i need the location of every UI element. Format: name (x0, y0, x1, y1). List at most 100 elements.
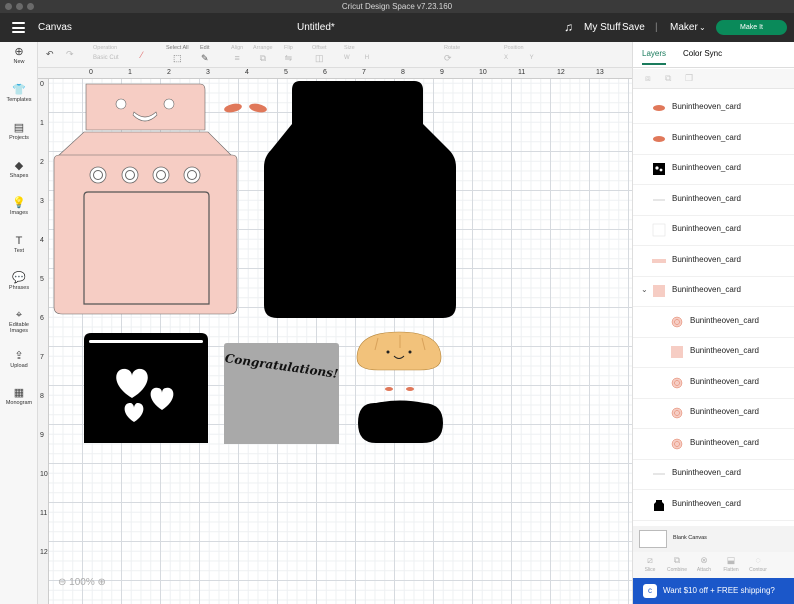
layer-row[interactable]: ⌄ Bunintheoven_card (633, 276, 794, 307)
ruler-tick-label: 11 (40, 510, 48, 517)
vertical-ruler[interactable]: 0 1 2 3 4 5 6 7 8 9 10 11 12 (38, 79, 49, 604)
layer-row[interactable]: Bunintheoven_card (633, 154, 794, 185)
flatten-button[interactable]: ⬓ Flatten (716, 554, 746, 573)
sidebar-item-shapes[interactable]: ◆ Shapes (0, 160, 38, 179)
sidebar-item-label: New (13, 59, 25, 65)
ruler-tick-label: 5 (40, 276, 44, 283)
attach-button[interactable]: ⊗ Attach (689, 554, 719, 573)
chevron-down-icon[interactable]: ⌄ (641, 285, 648, 294)
layer-thumbnail (669, 405, 685, 421)
layer-thumbnail (651, 497, 667, 513)
ruler-tick-label: 12 (40, 549, 48, 556)
chevron-down-icon[interactable]: ⌄ (699, 13, 706, 42)
rotate-label: Rotate (444, 45, 461, 51)
sidebar-item-monogram[interactable]: ▦ Monogram (0, 387, 38, 406)
sidebar-item-images[interactable]: 💡 Images (0, 197, 38, 216)
sidebar-item-projects[interactable]: ▤ Projects (0, 122, 38, 141)
size-w-field[interactable]: W (344, 55, 350, 61)
save-button[interactable]: Save (622, 13, 645, 42)
zoom-in-icon[interactable]: ⊕ (98, 577, 106, 588)
ruler-tick-label: 2 (40, 159, 44, 166)
window-controls[interactable] (5, 3, 34, 10)
layers-panel: Layers Color Sync ⧈ ⧉ ❐ Bunintheoven_car… (632, 42, 794, 604)
select-all-icon[interactable]: ⬚ (166, 52, 189, 64)
flatten-icon: ⬓ (726, 555, 736, 565)
ruler-tick-label: 9 (440, 69, 444, 76)
bell-icon[interactable]: ♫ (564, 13, 573, 42)
sidebar-item-editable-images[interactable]: ⌖ Editable Images (0, 309, 38, 334)
layer-thumbnail (651, 283, 667, 299)
layer-row[interactable]: Bunintheoven_card (633, 459, 794, 490)
size-h-field[interactable]: H (365, 55, 369, 61)
ruler-tick-label: 7 (40, 354, 44, 361)
ruler-tick-label: 3 (206, 69, 210, 76)
layer-row[interactable]: Bunintheoven_card (633, 429, 794, 460)
zoom-out-icon[interactable]: ⊖ (58, 577, 66, 588)
layer-row[interactable]: Bunintheoven_card (633, 246, 794, 277)
layer-row[interactable]: Bunintheoven_card (633, 337, 794, 368)
sidebar-item-templates[interactable]: 👕 Templates (0, 84, 38, 103)
layer-name: Bunintheoven_card (672, 285, 741, 294)
horizontal-ruler[interactable]: 01234567891011121314 (38, 68, 643, 79)
offset-icon[interactable]: ◫ (312, 52, 327, 64)
make-it-button[interactable]: Make It (716, 20, 787, 35)
design-canvas[interactable] (49, 79, 632, 604)
slice-button[interactable]: ⧄ Slice (635, 554, 665, 573)
group-icon[interactable]: ⧈ (645, 73, 651, 84)
undo-icon[interactable]: ↶ (46, 48, 54, 60)
ungroup-icon[interactable]: ⧉ (665, 73, 671, 84)
offset-label: Offset (312, 45, 327, 51)
menu-icon[interactable] (12, 22, 25, 33)
my-stuff-link[interactable]: My Stuff (584, 13, 621, 42)
layer-row[interactable]: Bunintheoven_card (633, 368, 794, 399)
pen-icon[interactable]: ⁄ (141, 50, 143, 60)
sidebar-item-upload[interactable]: ⇪ Upload (0, 350, 38, 369)
layer-thumbnail (651, 466, 667, 482)
layer-thumbnail (651, 100, 667, 116)
position-x-field[interactable]: X (504, 55, 508, 61)
flip-icon[interactable]: ⇋ (284, 52, 293, 64)
ruler-tick-label: 8 (40, 393, 44, 400)
sidebar-item-text[interactable]: T Text (0, 235, 38, 254)
blank-canvas-swatch[interactable] (639, 530, 667, 548)
blank-canvas-row[interactable]: Blank Canvas (633, 526, 794, 552)
zoom-control[interactable]: ⊖ 100% ⊕ (58, 577, 106, 588)
layer-row[interactable]: Bunintheoven_card (633, 185, 794, 216)
position-y-field[interactable]: Y (530, 55, 534, 61)
layer-row[interactable]: Bunintheoven_card (633, 307, 794, 338)
upload-icon: ⇪ (14, 350, 24, 362)
ruler-tick-label: 0 (40, 81, 44, 88)
contour-button[interactable]: ◌ Contour (743, 554, 773, 573)
layer-row[interactable]: Bunintheoven_card (633, 215, 794, 246)
duplicate-icon[interactable]: ❐ (685, 73, 693, 84)
edit-icon[interactable]: ✎ (200, 52, 209, 64)
arrange-icon[interactable]: ⧉ (253, 52, 273, 64)
lightbulb-icon: 💡 (12, 197, 26, 209)
divider: | (655, 22, 658, 33)
layer-thumbnail (651, 192, 667, 208)
layer-row[interactable]: Bunintheoven_card (633, 93, 794, 124)
action-label: Combine (666, 567, 687, 573)
document-title[interactable]: Untitled* (297, 13, 335, 42)
layer-row[interactable]: Bunintheoven_card (633, 124, 794, 155)
sidebar-item-phrases[interactable]: 💬 Phrases (0, 272, 38, 291)
monogram-icon: ▦ (13, 387, 25, 399)
tab-layers[interactable]: Layers (642, 49, 667, 65)
canvas-label: Canvas (38, 22, 72, 33)
operation-select[interactable]: Basic Cut (93, 52, 119, 64)
layer-name: Bunintheoven_card (672, 224, 741, 233)
ruler-tick-label: 12 (557, 69, 565, 76)
machine-select[interactable]: Maker (670, 13, 698, 42)
layer-row[interactable]: Bunintheoven_card (633, 398, 794, 429)
ruler-tick-label: 11 (518, 69, 526, 76)
promo-banner[interactable]: c Want $10 off + FREE shipping? (633, 578, 794, 604)
sidebar-item-new[interactable]: ⊕ New (0, 46, 38, 65)
redo-icon[interactable]: ↷ (66, 48, 74, 60)
sidebar-item-label: Shapes (9, 173, 29, 179)
rotate-field[interactable]: ⟳ (444, 52, 460, 64)
layer-actions: ⧄ Slice ⧉ Combine ⊗ Attach ⬓ Flatten ◌ Contour (633, 552, 794, 578)
tab-color-sync[interactable]: Color Sync (683, 49, 722, 58)
combine-button[interactable]: ⧉ Combine (662, 554, 692, 573)
align-icon[interactable]: ≡ (231, 52, 243, 64)
layer-row[interactable]: Bunintheoven_card (633, 490, 794, 521)
